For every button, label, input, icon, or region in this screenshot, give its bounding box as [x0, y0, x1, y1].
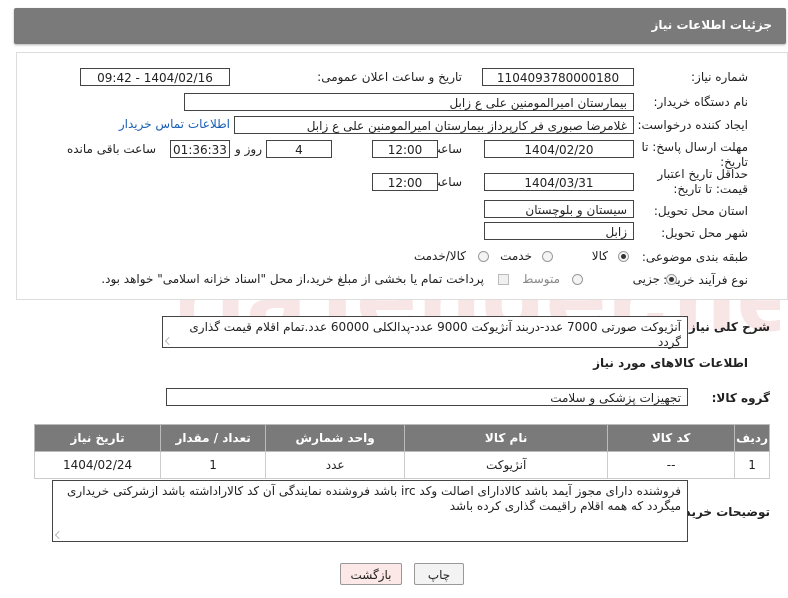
deadline-date-field[interactable]: 1404/02/20: [484, 140, 634, 158]
treasury-payment-checkbox[interactable]: [498, 274, 509, 285]
goods-group-field[interactable]: تجهیزات پزشکی و سلامت: [166, 388, 688, 406]
validity-label: حداقل تاریخ اعتبار قیمت: تا تاریخ:: [657, 167, 748, 196]
summary-text: آنژیوکت صورتی 7000 عدد-دربند آنژیوکت 900…: [189, 320, 681, 349]
days-label: روز و: [235, 142, 262, 156]
goods-group-label: گروه کالا:: [711, 391, 770, 405]
validity-time-field[interactable]: 12:00: [372, 173, 438, 191]
remaining-time-field[interactable]: 01:36:33: [170, 140, 230, 158]
need-number-label: شماره نیاز:: [691, 70, 748, 84]
purchase-radio-medium[interactable]: [572, 274, 583, 285]
creator-field[interactable]: غلامرضا صبوری فر کارپرداز بیمارستان امیر…: [234, 116, 634, 134]
creator-label: ایجاد کننده درخواست:: [637, 118, 748, 132]
category-option-goods-service: کالا/خدمت: [413, 249, 466, 263]
category-radio-goods-service[interactable]: [478, 251, 489, 262]
buyer-contact-link[interactable]: اطلاعات تماس خریدار: [119, 117, 230, 131]
remaining-label: ساعت باقی مانده: [66, 142, 156, 156]
column-header: واحد شمارش: [265, 424, 406, 452]
buyer-org-field[interactable]: بیمارستان امیرالمومنین علی ع زابل: [184, 93, 634, 111]
category-option-service: خدمت: [500, 249, 532, 263]
purchase-option-medium: متوسط: [522, 272, 560, 286]
column-header: ردیف: [734, 424, 770, 452]
column-header: تعداد / مقدار: [160, 424, 267, 452]
category-label: طبقه بندی موضوعی:: [641, 250, 748, 264]
table-header-row: ردیف کد کالا نام کالا واحد شمارش تعداد /…: [33, 424, 770, 452]
buyer-notes-textarea[interactable]: فروشنده دارای مجوز آیمد باشد کالادارای ا…: [52, 480, 688, 542]
need-number-field[interactable]: 1104093780000180: [482, 68, 634, 86]
column-header: کد کالا: [607, 424, 736, 452]
purchase-radio-minor[interactable]: [666, 274, 677, 285]
category-radio-goods[interactable]: [618, 251, 629, 262]
column-header: تاریخ نیاز: [33, 424, 162, 452]
table-cell: --: [607, 451, 736, 479]
days-field[interactable]: 4: [266, 140, 332, 158]
table-cell: آنژیوکت: [404, 451, 609, 479]
print-button[interactable]: چاپ: [414, 563, 464, 585]
province-label: استان محل تحویل:: [653, 204, 748, 218]
page-title: جزئیات اطلاعات نیاز: [651, 18, 772, 32]
column-header: نام کالا: [404, 424, 609, 452]
table-cell: عدد: [265, 451, 406, 479]
city-label: شهر محل تحویل:: [661, 226, 748, 240]
category-radio-service[interactable]: [542, 251, 553, 262]
resize-grip-icon[interactable]: [55, 531, 63, 539]
goods-table: ردیف کد کالا نام کالا واحد شمارش تعداد /…: [33, 424, 770, 479]
table-cell: 1: [734, 451, 770, 479]
buyer-org-label: نام دستگاه خریدار:: [653, 95, 749, 109]
back-button[interactable]: بازگشت: [340, 563, 402, 585]
province-field[interactable]: سیستان و بلوچستان: [484, 200, 634, 218]
treasury-payment-note: پرداخت تمام یا بخشی از مبلغ خرید،از محل …: [101, 272, 484, 286]
table-row[interactable]: 1 -- آنژیوکت عدد 1 1404/02/24: [33, 451, 770, 479]
purchase-option-minor: جزیی: [632, 272, 660, 286]
deadline-time-field[interactable]: 12:00: [372, 140, 438, 158]
page-header: جزئیات اطلاعات نیاز: [14, 8, 786, 44]
city-field[interactable]: زابل: [484, 222, 634, 240]
announce-label: تاریخ و ساعت اعلان عمومی:: [317, 70, 462, 84]
deadline-label: مهلت ارسال پاسخ: تا تاریخ:: [641, 140, 748, 169]
table-cell: 1: [160, 451, 267, 479]
summary-textarea[interactable]: آنژیوکت صورتی 7000 عدد-دربند آنژیوکت 900…: [162, 316, 688, 349]
category-option-goods: کالا: [591, 249, 608, 263]
summary-label: شرح کلی نیاز:: [684, 320, 770, 334]
goods-section-title: اطلاعات کالاهای مورد نیاز: [593, 356, 748, 370]
buyer-notes-text: فروشنده دارای مجوز آیمد باشد کالادارای ا…: [67, 484, 681, 513]
announce-field[interactable]: 1404/02/16 - 09:42: [80, 68, 230, 86]
table-cell: 1404/02/24: [33, 451, 162, 479]
resize-grip-icon[interactable]: [165, 337, 173, 345]
validity-date-field[interactable]: 1404/03/31: [484, 173, 634, 191]
